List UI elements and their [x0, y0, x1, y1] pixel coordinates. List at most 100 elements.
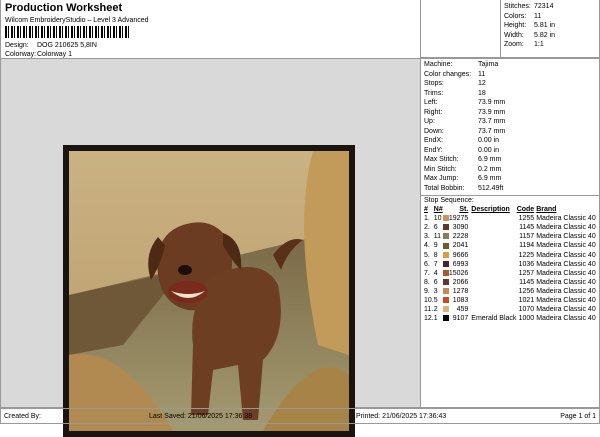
stitch-count: 2041 [452, 242, 469, 250]
info-label: Color changes: [424, 70, 472, 78]
row-index: 11. [424, 306, 434, 314]
info-value: 73.9 mm [478, 99, 506, 106]
description [468, 250, 516, 259]
table-row: 12. 1 9107 Emerald Black 1000 Madeira Cl… [424, 314, 596, 323]
table-row: 8. 6 2066 1145 Madeira Classic 40 [424, 278, 596, 287]
thread-code: 1256 [518, 287, 535, 295]
info-value: 11 [478, 70, 486, 78]
thread-code: 1257 [518, 269, 535, 277]
info-value: 6.9 mm [478, 156, 502, 163]
thread-brand: Madeira Classic 40 [536, 251, 596, 259]
last-saved: Last Saved: 21/06/2025 17:36:38 [149, 412, 253, 420]
info-value: 512.49ft [478, 184, 504, 192]
description [468, 269, 516, 278]
row-index: 5. [424, 251, 430, 259]
info-row: EndY: 0.00 in [424, 146, 596, 156]
stitch-count: 9666 [452, 251, 469, 259]
info-label: Max Jump: [424, 175, 459, 182]
needle-number: 10 [433, 215, 442, 223]
table-row: 11. 2 459 1070 Madeira Classic 40 [424, 305, 596, 314]
stat-row: Height: 5.81 in [504, 21, 596, 31]
row-index: 3. [424, 233, 430, 241]
footer: Created By: Last Saved: 21/06/2025 17:36… [0, 408, 600, 424]
stats-panel: Stitches: 72314 Colors: 11 Height: 5.81 in Wid… [500, 0, 600, 58]
needle-number: 2 [433, 306, 438, 314]
thread-code: 1157 [519, 233, 535, 241]
stat-label: Colors: [504, 12, 527, 20]
needle-number: 9 [433, 242, 438, 250]
info-row: Color changes: 11 [424, 70, 596, 80]
info-label: EndX: [424, 137, 444, 144]
info-label: Trims: [424, 89, 444, 97]
info-value: Tajima [478, 61, 499, 68]
needle-number: 6 [433, 224, 438, 232]
color-swatch [442, 297, 449, 304]
table-row: 3. 11 2228 1157 Madeira Classic 40 [424, 232, 596, 241]
color-swatch [442, 306, 449, 313]
description: Emerald Black [471, 315, 517, 323]
info-value: 0.00 in [478, 146, 500, 154]
thread-brand: Madeira Classic 40 [536, 233, 596, 241]
thread-brand: Madeira Classic 40 [536, 224, 596, 232]
info-row: Total Bobbin: 512.49ft [424, 184, 596, 194]
table-row: 2. 6 3090 1145 Madeira Classic 40 [424, 223, 596, 232]
row-index: 12. [424, 315, 434, 323]
col-brand: Brand [536, 206, 557, 214]
thread-brand: Madeira Classic 40 [536, 215, 596, 223]
thread-code: 1070 [518, 306, 535, 314]
thread-brand: Madeira Classic 40 [536, 287, 596, 295]
info-label: Down: [424, 127, 444, 135]
color-swatch [442, 288, 449, 295]
thread-brand: Madeira Classic 40 [536, 260, 596, 268]
info-label: Min Stitch: [424, 165, 457, 173]
description [468, 260, 516, 269]
thread-brand: Madeira Classic 40 [536, 269, 596, 277]
thread-code: 1255 [518, 215, 535, 223]
thread-code: 1225 [518, 251, 535, 259]
stitch-count: 1083 [452, 296, 469, 304]
stat-value: 5.81 in [534, 22, 556, 29]
info-label: Right: [424, 108, 443, 116]
color-swatch [442, 224, 449, 231]
color-swatch [442, 278, 449, 285]
info-value: 73.7 mm [478, 118, 506, 125]
needle-number: 3 [433, 287, 438, 295]
info-label: Stops: [424, 80, 444, 87]
info-row: Left: 73.9 mm [424, 98, 596, 108]
table-row: 4. 9 2041 1194 Madeira Classic 40 [424, 241, 596, 250]
description [468, 287, 516, 296]
machine-info-panel: Machine: Tajima Color changes: 11 Stops: 12 Tr… [420, 58, 600, 408]
thread-code: 1021 [518, 296, 535, 304]
stat-row: Zoom: 1:1 [504, 40, 596, 50]
stitch-count: 19275 [448, 215, 469, 223]
stat-value: 5.82 in [534, 31, 556, 39]
stat-label: Height: [504, 22, 527, 29]
info-value: 18 [478, 89, 486, 97]
needle-number: 7 [433, 260, 438, 268]
thread-brand: Madeira Classic 40 [536, 315, 596, 323]
stat-value: 72314 [534, 3, 554, 10]
col-needle: N# [433, 206, 443, 214]
thread-brand: Madeira Classic 40 [536, 278, 596, 286]
table-row: 6. 7 6993 1036 Madeira Classic 40 [424, 260, 596, 269]
stat-row: Colors: 11 [504, 12, 596, 22]
col-index: # [424, 206, 428, 214]
row-index: 2. [424, 224, 430, 232]
stitch-count: 9107 [452, 315, 469, 323]
thread-brand: Madeira Classic 40 [536, 296, 596, 304]
color-swatch [442, 215, 449, 222]
thread-code: 1145 [519, 278, 535, 286]
col-stitches: St. [459, 206, 469, 214]
info-value: 6.9 mm [478, 175, 502, 182]
color-swatch [442, 233, 449, 240]
color-swatch [442, 315, 449, 322]
row-index: 8. [424, 278, 430, 286]
info-label: Max Stitch: [424, 156, 459, 163]
description [468, 241, 516, 250]
description [468, 305, 516, 314]
needle-number: 1 [433, 315, 438, 323]
stitch-count: 2228 [452, 233, 469, 241]
needle-number: 6 [433, 278, 438, 286]
info-row: Right: 73.9 mm [424, 108, 596, 118]
printed-date: Printed: 21/06/2025 17:36:43 [356, 412, 447, 420]
